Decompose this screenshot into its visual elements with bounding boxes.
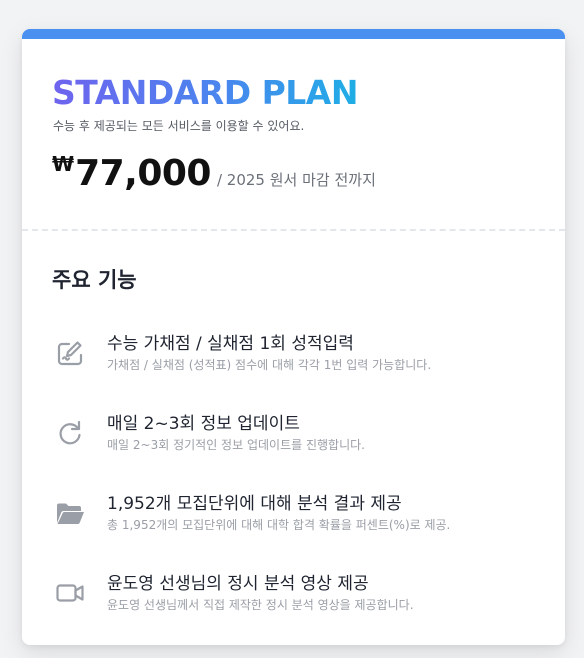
feature-item: 1,952개 모집단위에 대해 분석 결과 제공 총 1,952개의 모집단위에… <box>52 489 552 539</box>
feature-item: 매일 2~3회 정보 업데이트 매일 2~3회 정기적인 정보 업데이트를 진행… <box>52 409 552 459</box>
feature-description: 윤도영 선생님께서 직접 제작한 정시 분석 영상을 제공합니다. <box>107 598 414 612</box>
card-accent-bar <box>22 29 565 39</box>
feature-title: 수능 가채점 / 실채점 1회 성적입력 <box>107 334 354 354</box>
features-heading: 주요 기능 <box>52 268 137 292</box>
feature-description: 가채점 / 실채점 (성적표) 점수에 대해 각각 1번 입력 가능합니다. <box>107 358 432 372</box>
section-divider <box>22 229 565 231</box>
feature-description: 총 1,952개의 모집단위에 대해 대학 합격 확률을 퍼센트(%)로 제공. <box>107 518 451 532</box>
feature-item: 윤도영 선생님의 정시 분석 영상 제공 윤도영 선생님께서 직접 제작한 정시… <box>52 569 552 619</box>
feature-description: 매일 2~3회 정기적인 정보 업데이트를 진행합니다. <box>107 438 365 452</box>
feature-item: 수능 가채점 / 실채점 1회 성적입력 가채점 / 실채점 (성적표) 점수에… <box>52 329 552 379</box>
edit-icon <box>52 335 88 371</box>
currency-symbol: ₩ <box>52 152 75 176</box>
price-suffix: / 2025 원서 마감 전까지 <box>216 171 376 189</box>
folder-open-icon <box>52 495 88 531</box>
plan-title: STANDARD PLAN <box>52 73 358 112</box>
feature-title: 윤도영 선생님의 정시 분석 영상 제공 <box>107 574 369 594</box>
plan-card: STANDARD PLAN 수능 후 제공되는 모든 서비스를 이용할 수 있어… <box>22 29 565 645</box>
feature-title: 1,952개 모집단위에 대해 분석 결과 제공 <box>107 494 402 514</box>
refresh-icon <box>52 415 88 451</box>
video-icon <box>52 575 88 611</box>
feature-title: 매일 2~3회 정보 업데이트 <box>107 414 300 434</box>
plan-subtitle: 수능 후 제공되는 모든 서비스를 이용할 수 있어요. <box>53 119 305 133</box>
price-amount: 77,000 <box>75 153 211 194</box>
price-row: ₩ 77,000 / 2025 원서 마감 전까지 <box>52 152 376 194</box>
